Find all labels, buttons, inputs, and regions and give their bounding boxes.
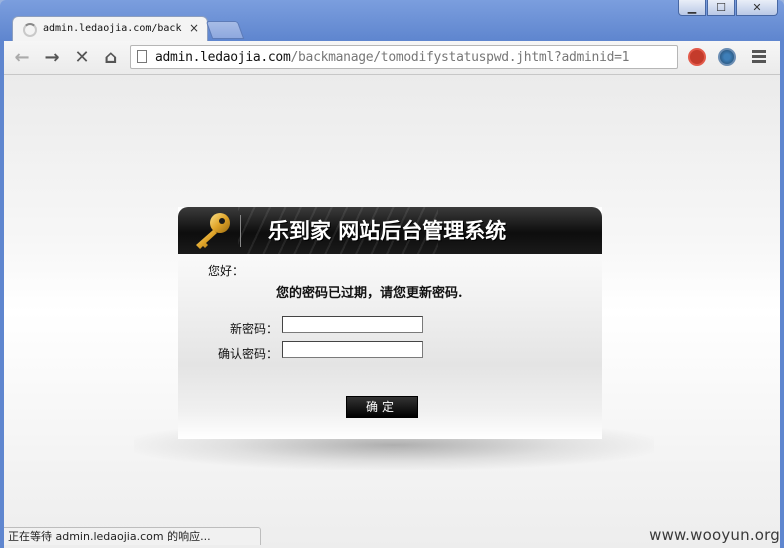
watermark: www.wooyun.org: [649, 526, 780, 544]
expired-message: 您的密码已过期，请您更新密码.: [276, 286, 463, 301]
new-password-input[interactable]: [282, 316, 423, 333]
browser-tab[interactable]: admin.ledaojia.com/back ×: [12, 16, 208, 42]
minimize-button[interactable]: ▁: [678, 0, 706, 16]
menu-icon[interactable]: [752, 50, 766, 64]
tab-title: admin.ledaojia.com/back: [43, 23, 182, 34]
close-window-button[interactable]: ✕: [736, 0, 778, 16]
page-viewport: 乐到家 网站后台管理系统 您好： 您的密码已过期，请您更新密码. 新密码： 确认…: [4, 75, 780, 548]
back-arrow-icon[interactable]: ←: [10, 46, 34, 68]
system-title: 乐到家 网站后台管理系统: [268, 218, 507, 243]
loading-spinner-icon: [23, 23, 37, 37]
password-panel: 乐到家 网站后台管理系统 您好： 您的密码已过期，请您更新密码. 新密码： 确认…: [178, 207, 602, 439]
url-text: admin.ledaojia.com/backmanage/tomodifyst…: [155, 50, 629, 65]
forward-arrow-icon[interactable]: →: [40, 46, 64, 68]
new-tab-button[interactable]: [205, 21, 245, 39]
new-password-label: 新密码：: [229, 322, 278, 336]
home-icon[interactable]: ⌂: [99, 46, 123, 68]
panel-header: 乐到家 网站后台管理系统: [178, 207, 602, 254]
extension-red-icon[interactable]: [688, 48, 706, 66]
browser-toolbar: ← → ✕ ⌂ admin.ledaojia.com/backmanage/to…: [4, 41, 780, 75]
status-bar: 正在等待 admin.ledaojia.com 的响应...: [4, 527, 261, 545]
confirm-button[interactable]: 确定: [346, 396, 418, 418]
extension-blue-icon[interactable]: [718, 48, 736, 66]
url-path: /backmanage/tomodifystatuspwd.jhtml?admi…: [290, 50, 630, 65]
greeting-text: 您好：: [208, 264, 245, 278]
confirm-password-label: 确认密码：: [217, 347, 278, 361]
confirm-password-input[interactable]: [282, 341, 423, 358]
panel-body: 您好： 您的密码已过期，请您更新密码. 新密码： 确认密码： 确定: [178, 254, 602, 439]
key-icon: [196, 213, 230, 249]
stop-icon[interactable]: ✕: [70, 46, 94, 68]
address-bar[interactable]: admin.ledaojia.com/backmanage/tomodifyst…: [130, 45, 678, 69]
url-host: admin.ledaojia.com: [155, 50, 291, 65]
page-icon: [137, 50, 147, 63]
tab-close-icon[interactable]: ×: [189, 21, 199, 35]
window-controls: ▁ ☐ ✕: [677, 0, 778, 18]
maximize-button[interactable]: ☐: [707, 0, 735, 16]
